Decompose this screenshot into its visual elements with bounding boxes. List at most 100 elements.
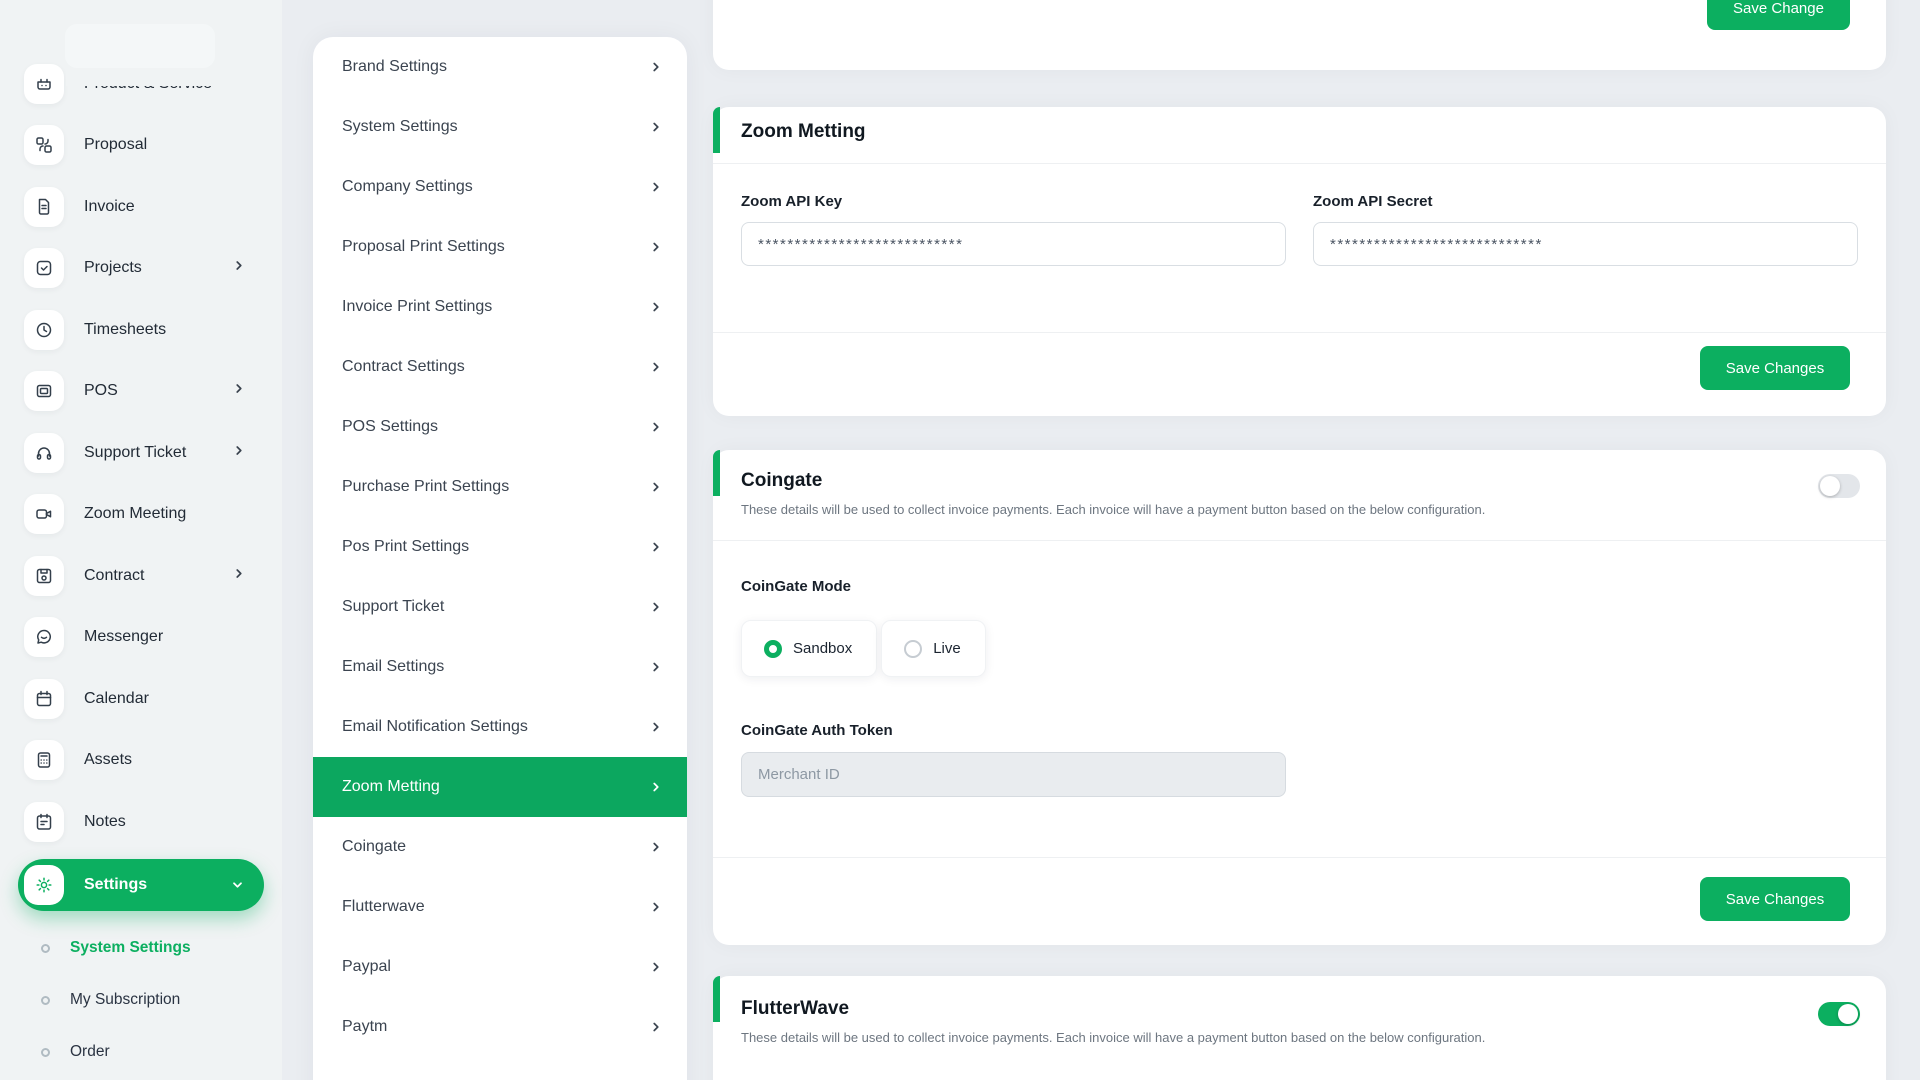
settings-submenu-item[interactable]: Order [0, 1026, 282, 1078]
settings-submenu-item[interactable]: My Subscription [0, 974, 282, 1026]
sidebar-item-label: Messenger [84, 628, 163, 646]
sidebar-item-label: Invoice [84, 198, 135, 216]
settings-menu-item[interactable]: Paypal [313, 937, 687, 997]
chevron-right-icon [649, 180, 663, 194]
settings-menu-item-label: Paytm [342, 1018, 387, 1036]
chevron-right-icon [232, 382, 246, 401]
sidebar-item[interactable]: Calendar [0, 668, 282, 730]
chevron-right-icon [649, 660, 663, 674]
chevron-right-icon [649, 900, 663, 914]
zoom-api-key-input[interactable] [741, 222, 1286, 266]
sidebar-item-label: Timesheets [84, 321, 166, 339]
sidebar-item[interactable]: Invoice [0, 176, 282, 238]
mode-option[interactable]: Live [881, 620, 986, 677]
settings-menu-item[interactable]: Flutterwave [313, 877, 687, 937]
chevron-right-icon [649, 840, 663, 854]
chevron-right-icon [649, 240, 663, 254]
chevron-right-icon [649, 480, 663, 494]
chevron-right-icon [649, 600, 663, 614]
chevron-right-icon [232, 566, 246, 585]
settings-menu-item[interactable]: Email Settings [313, 637, 687, 697]
support-ticket-icon [24, 433, 64, 473]
sidebar-item[interactable]: Zoom Meeting [0, 484, 282, 546]
card-title: Coingate [741, 470, 822, 492]
zoom-meeting-icon [24, 494, 64, 534]
scrolled-panel-remnant [65, 24, 215, 68]
settings-menu-item[interactable]: POS Settings [313, 397, 687, 457]
settings-menu-item-label: Zoom Metting [342, 778, 440, 796]
settings-submenu: System Settings My Subscription Order [0, 922, 282, 1078]
settings-menu-item-label: Paypal [342, 958, 391, 976]
sidebar-item[interactable]: Notes [0, 791, 282, 853]
settings-menu-item[interactable]: Invoice Print Settings [313, 277, 687, 337]
messenger-icon [24, 617, 64, 657]
settings-menu-item-label: Purchase Print Settings [342, 478, 509, 496]
settings-menu-item[interactable]: Paytm [313, 997, 687, 1057]
settings-menu-item[interactable]: System Settings [313, 97, 687, 157]
card-description: These details will be used to collect in… [741, 502, 1485, 517]
settings-menu-item-label: POS Settings [342, 418, 438, 436]
chevron-right-icon [649, 720, 663, 734]
chevron-right-icon [649, 780, 663, 794]
settings-menu-item-label: Support Ticket [342, 598, 444, 616]
sidebar-item[interactable]: Projects [0, 238, 282, 300]
zoom-api-key-label: Zoom API Key [741, 193, 842, 210]
coingate-toggle[interactable] [1818, 474, 1860, 498]
sidebar-item-label: Notes [84, 813, 126, 831]
sidebar-item[interactable]: Proposal [0, 115, 282, 177]
settings-menu-item[interactable]: Proposal Print Settings [313, 217, 687, 277]
sidebar-item-settings[interactable]: Settings [18, 859, 264, 911]
chevron-right-icon [649, 1020, 663, 1034]
settings-submenu-item[interactable]: System Settings [0, 922, 282, 974]
sidebar-item[interactable]: Messenger [0, 607, 282, 669]
coingate-mode-options: Sandbox Live [741, 620, 986, 677]
settings-menu-item[interactable]: Support Ticket [313, 577, 687, 637]
sidebar-item-label: Support Ticket [84, 444, 186, 462]
settings-menu-item-label: Email Settings [342, 658, 444, 676]
settings-menu-item[interactable]: Purchase Print Settings [313, 457, 687, 517]
chevron-down-icon [226, 878, 245, 892]
flutterwave-toggle[interactable] [1818, 1002, 1860, 1026]
card-accent-bar [713, 107, 720, 153]
sidebar-item[interactable]: Support Ticket [0, 422, 282, 484]
sidebar-item[interactable]: Contract [0, 545, 282, 607]
toggle-knob [1820, 476, 1840, 496]
sidebar-item-label: Assets [84, 751, 132, 769]
card-accent-bar [713, 976, 720, 1022]
zoom-api-secret-input[interactable] [1313, 222, 1858, 266]
settings-menu-item-label: Contract Settings [342, 358, 465, 376]
sidebar-item[interactable]: Timesheets [0, 299, 282, 361]
settings-menu-item[interactable]: Email Notification Settings [313, 697, 687, 757]
chevron-right-icon [649, 420, 663, 434]
settings-menu-item-label: Brand Settings [342, 58, 447, 76]
mode-option[interactable]: Sandbox [741, 620, 877, 677]
chevron-right-icon [649, 960, 663, 974]
save-changes-button[interactable]: Save Changes [1700, 346, 1850, 390]
product-service-icon [24, 64, 64, 104]
submenu-item-label: System Settings [70, 939, 191, 957]
settings-menu-item[interactable]: Contract Settings [313, 337, 687, 397]
coingate-token-input[interactable] [741, 752, 1286, 797]
zoom-meeting-card: Zoom Metting Zoom API Key Zoom API Secre… [713, 107, 1886, 416]
settings-menu-item[interactable]: Pos Print Settings [313, 517, 687, 577]
sidebar-item-label: Projects [84, 259, 142, 277]
settings-menu-item-label: Company Settings [342, 178, 473, 196]
chevron-right-icon [649, 300, 663, 314]
settings-menu-item[interactable]: Company Settings [313, 157, 687, 217]
settings-menu-item[interactable]: Zoom Metting [313, 757, 687, 817]
settings-menu-item[interactable]: Coingate [313, 817, 687, 877]
coingate-mode-label: CoinGate Mode [741, 578, 851, 595]
save-changes-button[interactable]: Save Changes [1700, 877, 1850, 921]
submenu-item-label: My Subscription [70, 991, 180, 1009]
zoom-api-secret-label: Zoom API Secret [1313, 193, 1432, 210]
sidebar-item[interactable]: Assets [0, 730, 282, 792]
mode-option-label: Sandbox [793, 640, 852, 657]
sidebar-item[interactable]: POS [0, 361, 282, 423]
sidebar: Product & Service Proposal Invoice [0, 0, 282, 1080]
settings-menu-item[interactable]: Brand Settings [313, 37, 687, 97]
chevron-right-icon [649, 60, 663, 74]
notes-icon [24, 802, 64, 842]
card-description: These details will be used to collect in… [741, 1030, 1485, 1045]
card-title: Zoom Metting [741, 121, 866, 143]
save-change-button[interactable]: Save Change [1707, 0, 1850, 30]
